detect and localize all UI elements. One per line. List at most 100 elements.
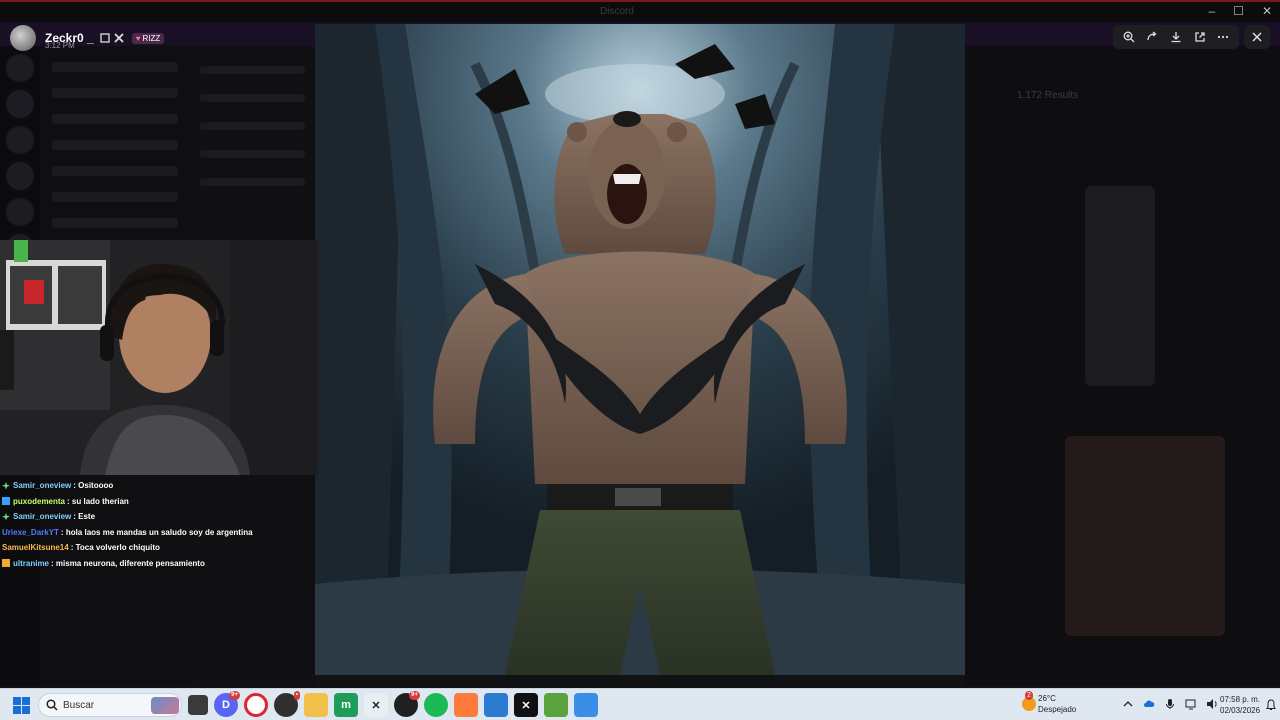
cloud-icon[interactable] [1143,698,1155,710]
channel-item[interactable] [52,166,178,176]
close-icon[interactable]: ✕ [1262,4,1272,18]
window-controls: – ☐ ✕ [1208,4,1272,18]
weather-alert-badge: 2 [1025,691,1033,700]
search-highlight-image [151,697,179,714]
avatar[interactable] [10,25,36,51]
app-green-icon[interactable]: m [334,693,358,717]
folder-icon[interactable] [304,693,328,717]
channel-item[interactable] [52,114,178,124]
weather-temp: 26°C [1038,694,1056,703]
discord-icon[interactable]: D 9+ [214,691,240,717]
chat-username[interactable]: puxodementa [13,497,65,506]
bear-artwork-image [315,24,965,675]
channel-item[interactable] [52,140,178,150]
photos-icon[interactable] [574,693,598,717]
channel-item[interactable] [52,218,178,228]
badge-label: RIZZ [142,33,161,43]
obs-icon[interactable]: 9+ [394,691,420,717]
server-icon[interactable] [6,126,34,154]
capcut-dark-icon[interactable]: ✕ [514,693,538,717]
chat-text: hola laos me mandas un saludo soy de arg… [65,527,253,537]
chat-line [200,94,305,102]
more-icon[interactable] [1214,28,1232,46]
microphone-icon[interactable] [1164,698,1176,710]
search-placeholder: Buscar [63,700,95,711]
server-icon[interactable] [6,54,34,82]
result-image[interactable] [1065,436,1225,636]
clock-date: 02/03/2026 [1220,706,1261,715]
chat-message: ultranime : misma neurona, diferente pen… [2,556,322,572]
chat-badge-icon [2,559,10,568]
channel-item[interactable] [52,62,178,72]
zoom-in-icon[interactable] [1120,28,1138,46]
rotate-icon[interactable] [1143,28,1161,46]
maximize-icon[interactable]: ☐ [1233,4,1244,18]
taskbar-search[interactable]: Buscar [38,693,182,717]
image-viewer[interactable] [315,24,965,675]
channel-item[interactable] [52,88,178,98]
file-explorer-icon[interactable] [188,695,208,715]
message-time: 3:12 PM [45,41,75,50]
close-viewer-button[interactable] [1244,25,1270,49]
download-icon[interactable] [1167,28,1185,46]
result-image[interactable] [1085,186,1155,386]
minecraft-icon[interactable] [544,693,568,717]
chat-line [200,150,305,158]
notification-badge: 9+ [409,691,420,700]
chat-text: su lado therian [71,496,129,506]
stream-chat: Samir_oneview : Ositoooo puxodementa : s… [2,478,322,571]
chat-line [200,122,305,130]
channel-item[interactable] [52,192,178,202]
chat-line [200,66,305,74]
chevron-up-icon[interactable] [1122,698,1134,710]
spotify-icon[interactable] [424,693,448,717]
server-tag-icons [100,33,124,43]
soundcloud-icon[interactable] [454,693,478,717]
image-toolbar [1113,25,1239,49]
chat-message: SamuelKitsune14 : Toca volverlo chiquito [2,543,160,553]
chat-message: Samir_oneview : Ositoooo [2,478,322,494]
close-icon [1252,32,1262,42]
chat-username[interactable]: Uriexe_DarkYT [2,528,59,537]
screen: Discord – ☐ ✕ 1,172 Results Zeckr0 _ ♥ R… [0,0,1280,720]
system-tray [1122,698,1218,710]
notification-badge: 9+ [229,691,240,700]
editor-icon[interactable] [484,693,508,717]
chat-badge-icon [2,481,10,490]
search-icon [46,699,58,711]
server-icon[interactable] [6,90,34,118]
taskbar-apps: D 9+ • m ✕ 9+ ✕ [188,691,598,717]
results-count: 1,172 Results [1017,90,1079,101]
capcut-icon[interactable]: ✕ [364,693,388,717]
volume-icon[interactable] [1206,698,1218,710]
open-external-icon[interactable] [1191,28,1209,46]
chat-text: Toca volverlo chiquito [75,543,160,553]
server-icon[interactable] [6,162,34,190]
chat-username[interactable]: SamuelKitsune14 [2,543,69,552]
chat-message: puxodementa : su lado therian [2,494,322,510]
minimize-icon[interactable]: – [1208,4,1215,18]
window-title: Discord [600,6,634,17]
opera-icon[interactable] [244,693,268,717]
chat-username[interactable]: Samir_oneview [13,512,71,521]
notification-badge: • [293,691,300,700]
chat-text: misma neurona, diferente pensamiento [55,558,205,568]
weather-sun-icon: 2 [1022,691,1036,711]
webcam-feed [0,240,318,475]
clock-time: 07:58 p. m. [1220,695,1261,704]
chat-text: Ositoooo [78,481,114,491]
chat-username[interactable]: Samir_oneview [13,481,71,490]
server-icon[interactable] [6,198,34,226]
weather-widget[interactable]: 2 26°C Despejado [1022,691,1076,715]
network-icon[interactable] [1185,698,1197,710]
search-results-panel: 1,172 Results [965,46,1280,686]
chat-message: Uriexe_DarkYT : hola laos me mandas un s… [2,527,253,537]
chat-badge-icon [2,497,10,506]
heart-icon: ♥ [135,33,141,43]
taskbar-clock[interactable]: 07:58 p. m. 02/03/2026 [1220,694,1260,716]
window-titlebar: Discord – ☐ ✕ [0,0,1280,22]
chat-username[interactable]: ultranime [13,559,49,568]
notification-bell-icon[interactable] [1266,699,1276,711]
chrome-icon[interactable]: • [274,691,300,717]
start-button[interactable] [13,697,30,714]
